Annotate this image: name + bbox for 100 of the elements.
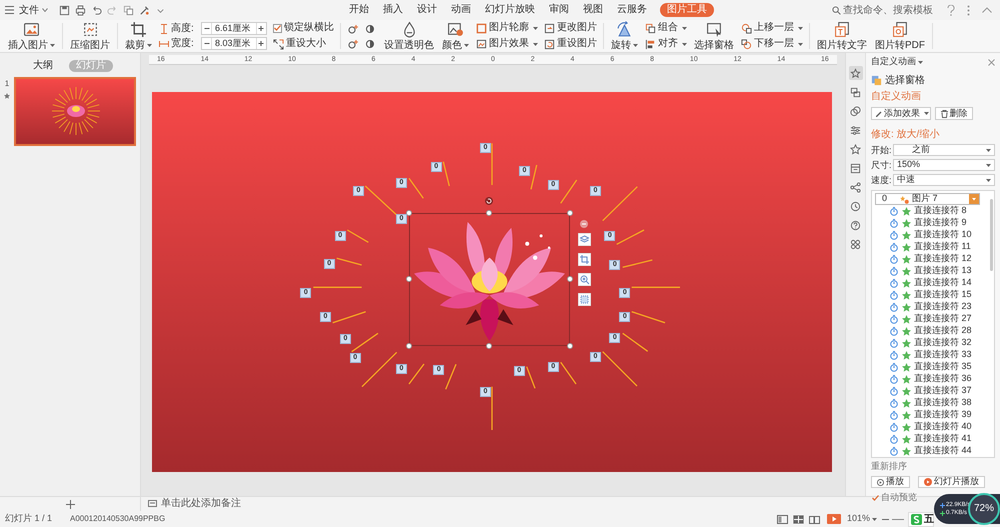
print-icon[interactable]	[75, 4, 86, 16]
reset-size-button[interactable]: 重设大小	[273, 38, 334, 50]
decrement-button[interactable]	[202, 38, 212, 49]
ray-line[interactable]	[560, 180, 578, 204]
animation-list-item[interactable]: 直接连接符 41	[875, 433, 988, 445]
slideshow-button[interactable]: 幻灯片播放	[918, 476, 985, 488]
animation-list-item[interactable]: 直接连接符 23	[875, 301, 988, 313]
input-mode-label[interactable]: 五	[924, 514, 934, 526]
save-icon[interactable]	[59, 4, 70, 16]
resize-handle[interactable]	[406, 276, 412, 282]
ray-line[interactable]	[445, 364, 457, 390]
resize-handle[interactable]	[486, 343, 492, 349]
ray-line[interactable]	[560, 362, 577, 384]
redo-icon[interactable]	[107, 4, 118, 16]
autopreview-checkbox[interactable]	[871, 494, 879, 502]
animation-list-item[interactable]: 直接连接符 15	[875, 289, 988, 301]
brightness-down-icon[interactable]	[348, 38, 359, 48]
ribbon-tab[interactable]: 动画	[450, 3, 472, 17]
ray-line[interactable]	[332, 311, 366, 324]
animation-list-item[interactable]: 直接连接符 12	[875, 253, 988, 265]
resize-handle[interactable]	[567, 343, 573, 349]
dropdown-button[interactable]	[969, 194, 979, 204]
resize-handle[interactable]	[406, 210, 412, 216]
insert-picture-button[interactable]: 插入图片	[4, 20, 59, 52]
contrast-down-icon[interactable]	[365, 38, 376, 48]
animation-list-item[interactable]: 直接连接符 28	[875, 325, 988, 337]
slide-sorter-icon[interactable]	[792, 514, 804, 524]
height-spinner[interactable]: 6.61厘米	[201, 22, 267, 35]
pane-title[interactable]: 自定义动画	[871, 55, 923, 69]
rotate-button[interactable]: 旋转	[607, 20, 642, 52]
sidebar-tab[interactable]	[848, 142, 862, 156]
ray-line[interactable]	[526, 366, 536, 389]
increment-button[interactable]	[256, 23, 266, 34]
increment-button[interactable]	[256, 38, 266, 49]
contrast-up-icon[interactable]	[365, 24, 376, 34]
play-slideshow-icon[interactable]	[826, 514, 841, 524]
frame-icon[interactable]	[578, 293, 591, 306]
ribbon-tab[interactable]: 开始	[348, 3, 370, 17]
resize-handle[interactable]	[406, 343, 412, 349]
send-backward-button[interactable]: 下移一层	[741, 38, 803, 50]
slide-thumbnail[interactable]	[14, 77, 136, 146]
ray-line[interactable]	[442, 162, 450, 186]
animation-list-item[interactable]: 直接连接符 35	[875, 361, 988, 373]
collapse-ribbon-icon[interactable]	[982, 7, 992, 13]
reading-view-icon[interactable]	[808, 514, 820, 524]
ray-line[interactable]	[530, 164, 538, 190]
ribbon-tab[interactable]: 审阅	[548, 3, 570, 17]
help-icon[interactable]	[947, 4, 955, 16]
add-effect-button[interactable]: 添加效果	[871, 107, 931, 120]
ribbon-tab[interactable]: 幻灯片放映	[484, 3, 536, 17]
copy-icon[interactable]	[123, 4, 134, 16]
lock-ratio-checkbox[interactable]	[273, 24, 282, 32]
sidebar-tab[interactable]	[848, 161, 862, 175]
sidebar-tab[interactable]	[848, 104, 862, 118]
animation-list-item[interactable]: 直接连接符 10	[875, 229, 988, 241]
animation-list-item[interactable]: 直接连接符 27	[875, 313, 988, 325]
minus-circle-icon[interactable]	[580, 220, 588, 228]
ray-line[interactable]	[622, 259, 652, 268]
animation-list-item[interactable]: 直接连接符 33	[875, 349, 988, 361]
ime-logo-icon[interactable]	[911, 514, 922, 525]
selection-pane-button[interactable]: 选择窗格	[690, 20, 738, 52]
change-picture-button[interactable]: 更改图片	[544, 22, 597, 34]
ray-line[interactable]	[491, 143, 493, 185]
sidebar-tab[interactable]	[848, 218, 862, 232]
sidebar-tab[interactable]	[848, 123, 862, 137]
ray-line[interactable]	[491, 386, 493, 430]
ray-line[interactable]	[602, 351, 638, 386]
play-button[interactable]: 播放	[871, 476, 910, 488]
picture-outline-button[interactable]: 图片轮廓	[476, 22, 538, 34]
animation-list-item[interactable]: 直接连接符 36	[875, 373, 988, 385]
delete-button[interactable]: 删除	[935, 107, 973, 120]
ray-line[interactable]	[408, 364, 425, 384]
animation-list-item[interactable]: 直接连接符 44	[875, 445, 988, 457]
file-menu[interactable]: 文件	[19, 2, 48, 18]
color-button[interactable]: 颜色	[438, 20, 473, 52]
zoom-in-icon[interactable]	[578, 273, 591, 286]
ray-line[interactable]	[602, 186, 638, 222]
format-painter-icon[interactable]	[139, 4, 150, 16]
crop-button[interactable]: 裁剪	[121, 20, 156, 52]
resize-handle[interactable]	[567, 276, 573, 282]
set-transparent-color-button[interactable]: 设置透明色	[380, 20, 438, 52]
ray-line[interactable]	[408, 178, 424, 199]
animation-list-item[interactable]: 直接连接符 32	[875, 337, 988, 349]
animation-list-item[interactable]: 0 图片 7	[875, 193, 980, 205]
picture-effect-button[interactable]: 图片效果	[476, 38, 538, 50]
resize-handle[interactable]	[486, 210, 492, 216]
reset-picture-button[interactable]: 重设图片	[544, 38, 597, 50]
more-icon[interactable]	[967, 4, 970, 16]
ribbon-tab[interactable]: 云服务	[616, 3, 648, 17]
align-button[interactable]: 对齐	[645, 38, 687, 50]
rotate-handle[interactable]	[485, 197, 493, 205]
sidebar-tab[interactable]	[848, 85, 862, 99]
animation-list-item[interactable]: 直接连接符 39	[875, 409, 988, 421]
decrement-button[interactable]	[202, 23, 212, 34]
ribbon-tab[interactable]: 插入	[382, 3, 404, 17]
group-button[interactable]: 组合	[645, 22, 687, 34]
resize-handle[interactable]	[567, 210, 573, 216]
zoom-level[interactable]: 101%	[846, 512, 877, 526]
ray-line[interactable]	[632, 311, 666, 324]
bring-forward-button[interactable]: 上移一层	[741, 22, 803, 34]
